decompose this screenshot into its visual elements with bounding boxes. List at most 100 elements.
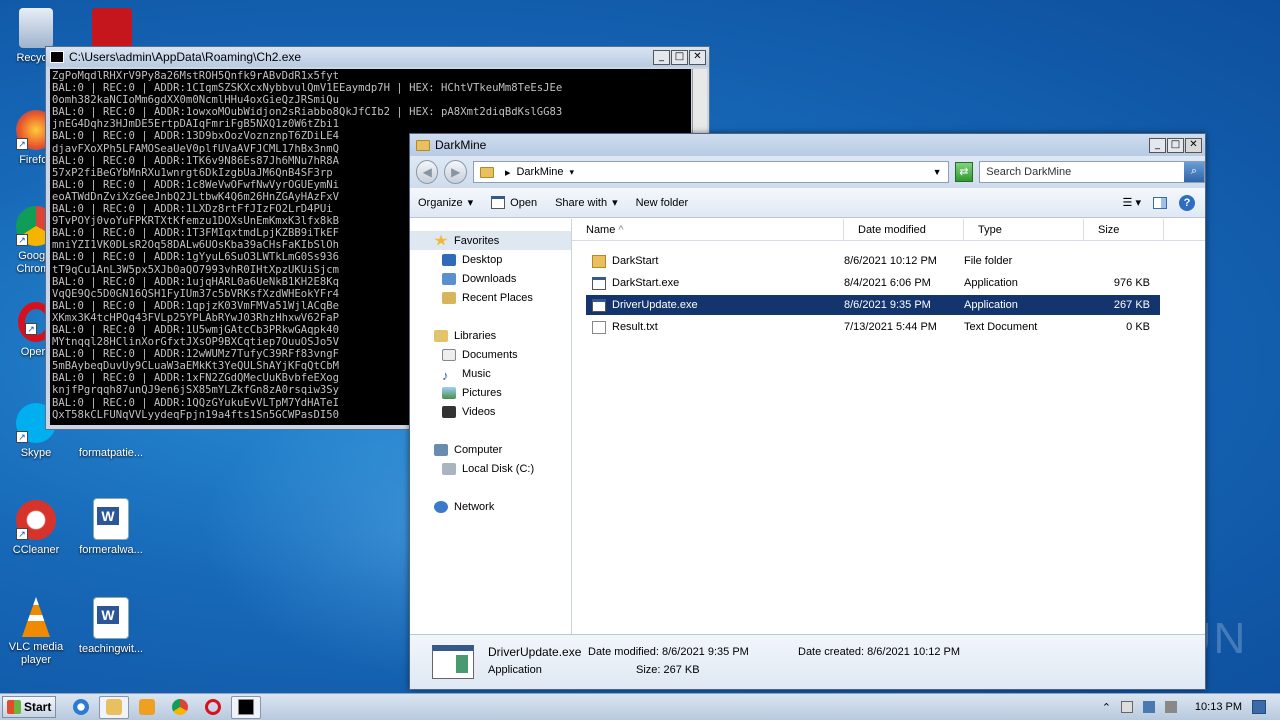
close-button[interactable]: ✕ [1185, 137, 1202, 153]
desktop-icon-teachingwit[interactable]: W teachingwit... [76, 597, 146, 656]
chevron-right-icon: ▸ [504, 166, 511, 179]
file-list[interactable]: Name ^ Date modified Type Size DarkStart… [572, 219, 1205, 634]
start-button[interactable]: Start [2, 696, 56, 718]
nav-label: Recent Places [462, 291, 533, 304]
file-size: 976 KB [1113, 277, 1150, 289]
file-row-selected[interactable]: DriverUpdate.exe 8/6/2021 9:35 PM Applic… [586, 295, 1160, 315]
taskbar-media-player[interactable] [132, 696, 162, 719]
nav-downloads[interactable]: Downloads [410, 269, 571, 288]
taskbar-chrome[interactable] [165, 696, 195, 719]
acrobat-icon [92, 8, 132, 48]
desktop-icon [442, 253, 456, 266]
minimize-button[interactable]: _ [1149, 137, 1166, 153]
forward-button[interactable]: ▶ [444, 160, 467, 184]
nav-pictures[interactable]: Pictures [410, 383, 571, 402]
desktop-icon-ccleaner[interactable]: ↗ CCleaner [2, 500, 70, 557]
show-hidden-icons-icon[interactable]: ⌃ [1102, 701, 1111, 714]
desktop-icon-vlc[interactable]: VLC media player [2, 597, 70, 667]
desktop-icon-formeralwa[interactable]: W formeralwa... [76, 498, 146, 557]
file-row[interactable]: DarkStart.exe 8/4/2021 6:06 PM Applicati… [586, 273, 1160, 293]
nav-label: Desktop [462, 253, 503, 266]
network-tray-icon[interactable] [1142, 701, 1155, 713]
shortcut-arrow-icon: ↗ [16, 431, 28, 443]
nav-label: Pictures [462, 386, 502, 399]
view-options-icon[interactable]: ☰ ▾ [1123, 196, 1141, 209]
nav-music[interactable]: ♪ Music [410, 364, 571, 383]
nav-recent-places[interactable]: Recent Places [410, 288, 571, 307]
organize-button[interactable]: Organize ▾ [418, 196, 474, 210]
new-folder-button[interactable]: New folder [636, 197, 689, 209]
console-title: C:\Users\admin\AppData\Roaming\Ch2.exe [69, 50, 302, 64]
console-line: BAL:0 | REC:0 | ADDR:1CIqmSZSKXcxNybbvul… [52, 82, 563, 95]
taskbar-ie[interactable] [66, 696, 96, 719]
taskbar-explorer[interactable] [99, 695, 129, 719]
nav-local-disk[interactable]: Local Disk (C:) [410, 459, 571, 478]
exe-icon [592, 276, 606, 290]
nav-desktop[interactable]: Desktop [410, 250, 571, 269]
videos-icon [442, 405, 456, 418]
file-row[interactable]: Result.txt 7/13/2021 5:44 PM Text Docume… [586, 317, 1160, 337]
search-icon[interactable]: ⌕ [1184, 162, 1204, 182]
details-file-name: DriverUpdate.exe [488, 645, 582, 659]
maximize-button[interactable]: □ [671, 49, 688, 65]
explorer-window[interactable]: DarkMine _ □ ✕ ◀ ▶ ▸ DarkMine ▾ ▼ ⇄ Sear… [409, 133, 1206, 690]
new-folder-label: New folder [635, 196, 689, 209]
address-bar[interactable]: ▸ DarkMine ▾ ▼ [472, 161, 949, 183]
nav-label: Libraries [454, 329, 497, 342]
vlc-cone-icon [22, 597, 50, 637]
nav-network[interactable]: Network [410, 497, 571, 516]
chevron-down-icon[interactable]: ▾ [570, 167, 575, 178]
share-with-button[interactable]: Share with ▾ [555, 196, 618, 210]
refresh-button[interactable]: ⇄ [954, 162, 974, 182]
taskbar-console[interactable] [231, 695, 261, 719]
explorer-titlebar[interactable]: DarkMine _ □ ✕ [410, 134, 1205, 156]
console-icon [238, 699, 254, 715]
column-header-name[interactable]: Name ^ [572, 219, 844, 240]
details-pane: DriverUpdate.exe Date modified: 8/6/2021… [410, 634, 1205, 689]
show-desktop-button[interactable] [1252, 700, 1266, 714]
shortcut-arrow-icon: ↗ [16, 138, 28, 150]
address-history-dropdown[interactable]: ▼ [933, 167, 942, 177]
nav-libraries[interactable]: Libraries [410, 326, 571, 345]
console-titlebar[interactable]: C:\Users\admin\AppData\Roaming\Ch2.exe _… [46, 47, 709, 67]
minimize-button[interactable]: _ [653, 49, 670, 65]
column-header-size[interactable]: Size [1084, 219, 1164, 240]
details-size: Size: 267 KB [636, 664, 700, 676]
column-label: Name [586, 224, 616, 236]
folder-icon [479, 166, 494, 178]
chevron-down-icon: ▾ [467, 197, 474, 209]
column-header-date[interactable]: Date modified [844, 219, 964, 240]
nav-label: Computer [454, 443, 503, 456]
exe-icon [592, 298, 606, 312]
libraries-icon [434, 329, 448, 342]
opera-icon [205, 699, 221, 715]
system-tray: ⌃ 10:13 PM [1102, 700, 1280, 714]
details-type: Application [488, 664, 542, 676]
details-date-created: Date created: 8/6/2021 10:12 PM [798, 646, 961, 658]
address-segment[interactable]: DarkMine [516, 166, 563, 178]
column-header-type[interactable]: Type [964, 219, 1084, 240]
nav-computer[interactable]: Computer [410, 440, 571, 459]
help-icon[interactable]: ? [1179, 194, 1195, 211]
back-button[interactable]: ◀ [416, 160, 439, 184]
maximize-button[interactable]: □ [1167, 137, 1184, 153]
nav-documents[interactable]: Documents [410, 345, 571, 364]
close-button[interactable]: ✕ [689, 49, 706, 65]
clock[interactable]: 10:13 PM [1195, 701, 1242, 713]
file-name: DarkStart [612, 255, 659, 267]
volume-icon[interactable] [1164, 701, 1177, 713]
chevron-down-icon: ▾ [612, 197, 618, 209]
application-large-icon [432, 645, 474, 679]
shortcut-arrow-icon: ↗ [16, 234, 28, 246]
taskbar-opera[interactable] [198, 696, 228, 719]
file-row[interactable]: DarkStart 8/6/2021 10:12 PM File folder [586, 251, 1160, 271]
open-button[interactable]: Open [491, 196, 537, 209]
sort-ascending-icon: ^ [618, 224, 624, 236]
search-input[interactable]: Search DarkMine ⌕ [979, 161, 1205, 183]
action-center-flag-icon[interactable] [1120, 701, 1133, 713]
nav-label: Local Disk (C:) [462, 462, 535, 475]
nav-videos[interactable]: Videos [410, 402, 571, 421]
nav-favorites[interactable]: Favorites [410, 231, 571, 250]
preview-pane-icon[interactable] [1153, 196, 1167, 209]
navigation-pane[interactable]: Favorites Desktop Downloads Recent Place… [410, 219, 572, 634]
